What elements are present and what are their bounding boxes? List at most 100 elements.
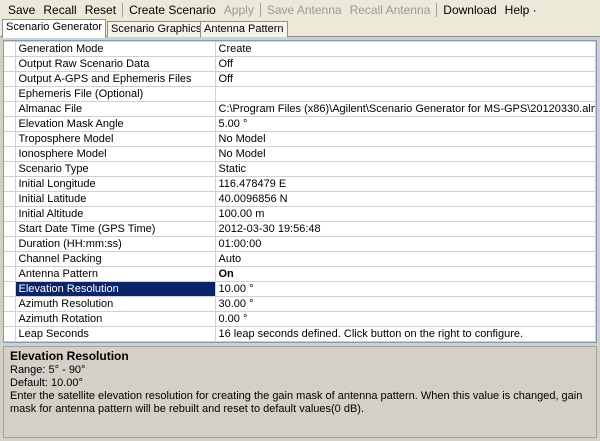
property-name[interactable]: Channel Packing <box>14 251 216 267</box>
row-gutter <box>4 206 16 222</box>
property-row[interactable]: Ephemeris File (Optional) <box>4 86 596 102</box>
download-button[interactable]: Download <box>439 3 500 17</box>
property-value[interactable]: 0.00 ° <box>214 311 596 327</box>
property-row[interactable]: Azimuth Rotation 0.00 ° <box>4 311 596 327</box>
property-value[interactable]: Off <box>214 56 596 72</box>
tab-antenna-pattern[interactable]: Antenna Pattern <box>200 21 288 37</box>
property-value[interactable]: Static <box>214 161 596 177</box>
save-antenna-button[interactable]: Save Antenna <box>263 3 346 17</box>
property-table: Generation Mode Create Output Raw Scenario… <box>4 41 596 342</box>
property-row[interactable]: Initial Altitude 100.00 m <box>4 206 596 222</box>
row-gutter <box>4 161 16 177</box>
row-gutter <box>4 221 16 237</box>
property-value[interactable]: No Model <box>214 131 596 147</box>
row-gutter <box>4 86 16 102</box>
row-gutter <box>4 311 16 327</box>
property-row[interactable]: Leap Seconds 16 leap seconds defined. Cli… <box>4 326 596 342</box>
property-row[interactable]: Initial Latitude 40.0096856 N <box>4 191 596 207</box>
property-name[interactable]: Troposphere Model <box>14 131 216 147</box>
property-row[interactable]: Initial Longitude 116.478479 E <box>4 176 596 192</box>
create-scenario-button[interactable]: Create Scenario <box>125 3 220 17</box>
property-row[interactable]: Almanac File C:\Program Files (x86)\Agile… <box>4 101 596 117</box>
property-value[interactable]: 2012-03-30 19:56:48 <box>214 221 596 237</box>
property-row[interactable]: Output A-GPS and Ephemeris Files Off <box>4 71 596 87</box>
property-row[interactable]: Start Date Time (GPS Time) 2012-03-30 19:… <box>4 221 596 237</box>
property-name[interactable]: Azimuth Rotation <box>14 311 216 327</box>
toolbar-separator <box>436 2 438 17</box>
property-row[interactable]: Azimuth Resolution 30.00 ° <box>4 296 596 312</box>
row-gutter <box>4 191 16 207</box>
help-panel: Elevation Resolution Range: 5° - 90° Def… <box>3 346 597 438</box>
row-gutter <box>4 131 16 147</box>
property-value[interactable]: Create <box>214 41 596 57</box>
row-gutter <box>4 71 16 87</box>
property-row[interactable]: Troposphere Model No Model <box>4 131 596 147</box>
property-row[interactable]: Duration (HH:mm:ss) 01:00:00 <box>4 236 596 252</box>
tab-scenario-generator[interactable]: Scenario Generator <box>2 19 106 38</box>
property-name[interactable]: Generation Mode <box>14 41 216 57</box>
property-name[interactable]: Ephemeris File (Optional) <box>14 86 216 102</box>
tab-bar: Scenario Generator Scenario Graphics Ant… <box>0 19 600 38</box>
property-name[interactable]: Initial Latitude <box>14 191 216 207</box>
property-row[interactable]: Elevation Mask Angle 5.00 ° <box>4 116 596 132</box>
property-row[interactable]: Scenario Type Static <box>4 161 596 177</box>
property-name[interactable]: Leap Seconds <box>14 326 216 342</box>
property-value[interactable]: 116.478479 E <box>214 176 596 192</box>
property-name[interactable]: Initial Longitude <box>14 176 216 192</box>
property-name[interactable]: Output A-GPS and Ephemeris Files <box>14 71 216 87</box>
apply-button[interactable]: Apply <box>220 3 258 17</box>
property-name[interactable]: Output Raw Scenario Data <box>14 56 216 72</box>
property-name[interactable]: Start Date Time (GPS Time) <box>14 221 216 237</box>
tab-scenario-graphics[interactable]: Scenario Graphics <box>107 21 206 37</box>
row-gutter <box>4 56 16 72</box>
toolbar: Save Recall Reset Create Scenario Apply … <box>0 0 600 19</box>
property-row[interactable]: Elevation Resolution 10.00 ° <box>4 281 596 297</box>
row-gutter <box>4 101 16 117</box>
property-value[interactable]: 30.00 ° <box>214 296 596 312</box>
property-row[interactable]: Output Raw Scenario Data Off <box>4 56 596 72</box>
help-menu[interactable]: Help · <box>501 3 541 17</box>
property-value[interactable] <box>214 86 596 102</box>
property-value[interactable]: 5.00 ° <box>214 116 596 132</box>
property-value[interactable]: 16 leap seconds defined. Click button on… <box>214 326 596 342</box>
toolbar-separator <box>259 2 261 17</box>
property-name[interactable]: Scenario Type <box>14 161 216 177</box>
save-button[interactable]: Save <box>4 3 39 17</box>
property-value[interactable]: 40.0096856 N <box>214 191 596 207</box>
property-name[interactable]: Antenna Pattern <box>14 266 216 282</box>
property-row[interactable]: Generation Mode Create <box>4 41 596 57</box>
row-gutter <box>4 236 16 252</box>
property-value[interactable]: Auto <box>214 251 596 267</box>
recall-button[interactable]: Recall <box>39 3 80 17</box>
property-row[interactable]: Antenna Pattern On <box>4 266 596 282</box>
row-gutter <box>4 116 16 132</box>
property-row[interactable]: Channel Packing Auto <box>4 251 596 267</box>
help-title: Elevation Resolution <box>10 349 129 363</box>
help-default: Default: 10.00° <box>10 377 83 389</box>
property-grid: Generation Mode Create Output Raw Scenario… <box>3 40 597 343</box>
row-gutter <box>4 176 16 192</box>
property-value[interactable]: 100.00 m <box>214 206 596 222</box>
property-name[interactable]: Elevation Resolution <box>14 281 216 297</box>
row-gutter <box>4 281 16 297</box>
row-gutter <box>4 266 16 282</box>
reset-button[interactable]: Reset <box>81 3 120 17</box>
recall-antenna-button[interactable]: Recall Antenna <box>346 3 435 17</box>
property-name[interactable]: Almanac File <box>14 101 216 117</box>
property-value[interactable]: Off <box>214 71 596 87</box>
property-value[interactable]: 01:00:00 <box>214 236 596 252</box>
property-name[interactable]: Duration (HH:mm:ss) <box>14 236 216 252</box>
property-name[interactable]: Ionosphere Model <box>14 146 216 162</box>
property-name[interactable]: Elevation Mask Angle <box>14 116 216 132</box>
property-name[interactable]: Azimuth Resolution <box>14 296 216 312</box>
help-description: Enter the satellite elevation resolution… <box>10 390 583 415</box>
property-value[interactable]: No Model <box>214 146 596 162</box>
property-value[interactable]: 10.00 ° <box>214 281 596 297</box>
row-gutter <box>4 41 16 57</box>
property-value[interactable]: On <box>214 266 596 282</box>
property-value[interactable]: C:\Program Files (x86)\Agilent\Scenario … <box>214 101 596 117</box>
row-gutter <box>4 296 16 312</box>
help-range: Range: 5° - 90° <box>10 364 86 376</box>
property-row[interactable]: Ionosphere Model No Model <box>4 146 596 162</box>
property-name[interactable]: Initial Altitude <box>14 206 216 222</box>
